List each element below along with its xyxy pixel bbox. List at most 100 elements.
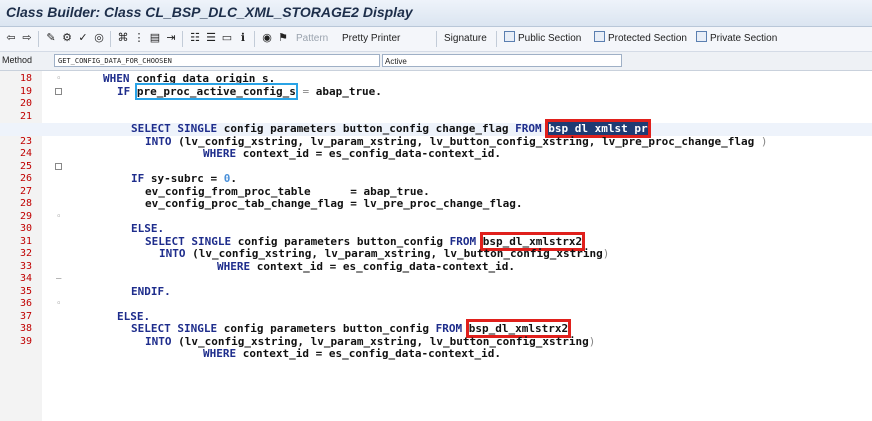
line-number: 30	[19, 223, 32, 234]
signature-button[interactable]: Signature	[444, 31, 487, 46]
navigation-window-icon[interactable]: ▤	[148, 31, 162, 46]
toolbar-separator	[110, 31, 111, 47]
line-number: 24	[19, 148, 32, 159]
other-object-icon[interactable]: ⚙	[60, 31, 74, 46]
fold-marker-icon: ◦	[56, 74, 62, 84]
code-text: context_id = es_config_data-context_id.	[236, 147, 502, 160]
toolbar-separator	[496, 31, 497, 47]
fold-toggle-icon[interactable]	[55, 163, 62, 170]
code-text: context_id = es_config_data-context_id.	[236, 347, 502, 360]
toolbar-separator	[38, 31, 39, 47]
line-number: 28	[19, 198, 32, 209]
code-text: (lv_config_xstring, lv_param_xstring, lv…	[171, 334, 589, 348]
object-list-icon[interactable]: ⋮	[132, 31, 146, 46]
hierarchy-icon[interactable]: ☷	[188, 31, 202, 46]
test-icon[interactable]: ⚑	[276, 31, 290, 46]
window-title: Class Builder: Class CL_BSP_DLC_XML_STOR…	[6, 4, 413, 20]
display-object-icon[interactable]: ▭	[220, 31, 234, 46]
code-paren: )	[602, 247, 610, 260]
keyword: INTO	[145, 134, 172, 148]
code-paren: )	[588, 334, 596, 348]
line-number: 18	[19, 73, 32, 84]
where-used-icon[interactable]: ⌘	[116, 31, 130, 46]
code-text: config parameters button_config	[231, 234, 450, 248]
highlight-table-bsp-dl-xmlstrx2: bsp_dl_xmlstrx2	[479, 231, 586, 251]
highlight-table-bsp-dl-xmlstrx2: bsp_dl_xmlstrx2	[465, 319, 572, 338]
structure-icon[interactable]: ☰	[204, 31, 218, 46]
keyword: SELECT SINGLE	[131, 122, 218, 135]
section-icon	[696, 31, 707, 42]
code-line-34: ENDIF.	[131, 285, 171, 299]
line-number: 27	[19, 185, 32, 197]
method-bar: Method GET_CONFIG_DATA_FOR_CHOOSEN Activ…	[0, 52, 872, 71]
private-section-label: Private Section	[710, 33, 778, 44]
code-text: config data origin s.	[129, 72, 276, 85]
fold-marker-icon: ◦	[56, 299, 62, 309]
keyword: IF	[117, 84, 131, 98]
highlight-pre-proc-active: pre_proc_active_config_s	[134, 82, 298, 100]
line-number: 23	[19, 135, 32, 147]
line-number: 19	[19, 85, 32, 97]
keyword: ELSE.	[131, 222, 165, 235]
public-section-button[interactable]: Public Section	[504, 31, 581, 46]
protected-section-button[interactable]: Protected Section	[594, 31, 687, 46]
keyword: INTO	[145, 334, 172, 348]
info-icon[interactable]: ℹ	[236, 31, 250, 46]
keyword: WHEN	[103, 72, 130, 85]
line-number: 26	[19, 173, 32, 184]
line-number: 21	[19, 110, 32, 122]
toolbar-separator	[436, 31, 437, 47]
display-change-icon[interactable]: ✎	[44, 31, 58, 46]
line-number: 31	[19, 235, 32, 247]
code-line-19: IF pre_proc_active_config_s = abap_true.	[117, 82, 382, 100]
line-number: 37	[19, 310, 32, 322]
keyword: WHERE	[217, 259, 251, 273]
line-number: 39	[19, 335, 32, 347]
code-text: (lv_config_xstring, lv_param_xstring, lv…	[185, 247, 603, 260]
code-text: context_id = es_config_data-context_id.	[250, 259, 516, 273]
pretty-printer-button[interactable]: Pretty Printer	[342, 31, 400, 46]
code-editor[interactable]: 18◦1920212223242526272829◦3031323334–353…	[0, 71, 872, 421]
toolbar-separator	[254, 31, 255, 47]
code-text: config parameters button_config	[217, 322, 436, 335]
application-toolbar: ⇦ ⇨ ✎ ⚙ ✓ ◎ ⌘ ⋮ ▤ ⇥ ☷ ☰ ▭ ℹ ◉ ⚑ Pattern …	[0, 27, 872, 52]
line-number: 34	[19, 273, 32, 284]
method-name-field[interactable]: GET_CONFIG_DATA_FOR_CHOOSEN	[54, 54, 380, 67]
method-status-field: Active	[382, 54, 622, 67]
highlight-table-bsp-dl-xmlst-pr: bsp dl xmlst pr	[545, 119, 651, 138]
code-text: (lv_config_xstring, lv_param_xstring, lv…	[171, 134, 761, 148]
keyword: FROM	[515, 122, 542, 135]
insert-icon[interactable]: ⇥	[164, 31, 178, 46]
line-number: 29	[19, 210, 32, 222]
protected-section-label: Protected Section	[608, 33, 687, 44]
method-label: Method	[2, 55, 33, 65]
line-number: 36	[19, 298, 32, 309]
keyword: FROM	[435, 322, 463, 335]
private-section-button[interactable]: Private Section	[696, 31, 777, 46]
keyword: ELSE.	[117, 309, 151, 323]
code-paren: )	[760, 134, 768, 148]
line-number: 33	[19, 260, 32, 272]
check-icon[interactable]: ✓	[76, 31, 90, 46]
fold-marker-icon: –	[56, 274, 62, 284]
keyword: SELECT SINGLE	[131, 322, 218, 335]
keyword: WHERE	[203, 347, 237, 360]
keyword: SELECT SINGLE	[145, 234, 232, 248]
back-arrow-icon[interactable]: ⇦	[4, 31, 18, 46]
pattern-button[interactable]: Pattern	[296, 31, 328, 46]
fold-toggle-icon[interactable]	[55, 88, 62, 95]
keyword: FROM	[449, 234, 477, 248]
title-bar: Class Builder: Class CL_BSP_DLC_XML_STOR…	[0, 0, 872, 27]
keyword: WHERE	[203, 147, 237, 160]
forward-arrow-icon[interactable]: ⇨	[20, 31, 34, 46]
code-text: abap_true.	[315, 84, 382, 98]
fold-marker-icon: ◦	[56, 211, 62, 222]
keyword: INTO	[159, 247, 186, 260]
breakpoint-icon[interactable]: ◉	[260, 31, 274, 46]
code-text: ev_config_from_proc_table = abap_true.	[145, 184, 430, 198]
section-icon	[504, 31, 515, 42]
code-text: ev_config_proc_tab_change_flag = lv_pre_…	[145, 197, 523, 210]
activate-icon[interactable]: ◎	[92, 31, 106, 46]
code-line-39: WHERE context_id = es_config_data-contex…	[203, 347, 502, 361]
toolbar-separator	[182, 31, 183, 47]
